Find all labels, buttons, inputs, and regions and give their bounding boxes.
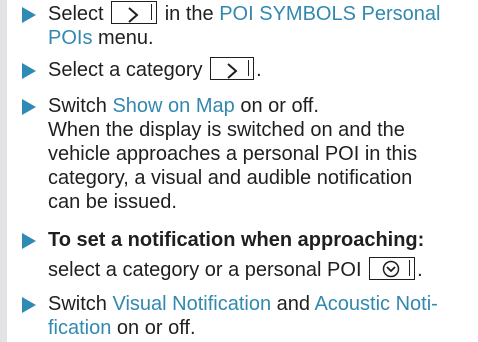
visual-notification-setting: Visual Notification (112, 293, 272, 315)
step-4-line-2: select a category or a personal POI . (48, 257, 463, 282)
forward-button (210, 57, 255, 81)
step-5-pre: Switch (48, 293, 113, 315)
step-2-pre: Select a category (48, 59, 203, 81)
circle-chevron-down-icon (382, 260, 400, 284)
acoustic-notification-setting-cont: fication (48, 317, 112, 339)
step-1-line-1: Select in the POI SYMBOLS Personal (48, 1, 463, 26)
step-5-post: on or off. (111, 317, 196, 339)
chevron-right-icon (225, 61, 239, 85)
step-3-body-1: When the display is switched on and the (48, 119, 405, 141)
step-1-line-2-post: menu. (92, 27, 154, 49)
step-3-body-2: vehicle approaches a personal POI in thi… (48, 143, 418, 165)
step-1-menu-link-cont: POIs (48, 27, 93, 49)
side-bar (0, 0, 7, 342)
show-on-map-setting: Show on Map (112, 95, 235, 117)
step-2-line-1: Select a category . (48, 57, 463, 82)
step-4-pre: select a category or a personal POI (48, 259, 362, 281)
bullet-arrow-icon (22, 297, 36, 313)
button-divider (408, 260, 411, 277)
forward-button (111, 1, 158, 25)
step-1-pre: Select (48, 3, 104, 25)
bullet-arrow-icon (22, 233, 36, 249)
step-3-pre: Switch (48, 95, 113, 117)
step-2-post: . (256, 59, 262, 81)
bullet-arrow-icon (22, 63, 36, 79)
button-divider (150, 4, 153, 21)
step-1-line-2: POIs menu. (48, 26, 463, 50)
acoustic-notification-setting: Acoustic Noti- (314, 293, 438, 315)
bullet-arrow-icon (22, 99, 36, 115)
step-3-post: on or off. (234, 95, 319, 117)
step-1-post: in the (164, 3, 214, 25)
step-5-line-1: Switch Visual Notification and Acoustic … (48, 292, 463, 316)
step-4-post: . (417, 259, 423, 281)
step-3-body-4: can be issued. (48, 191, 177, 213)
step-3-body-3: category, a visual and audible notificat… (48, 167, 413, 189)
button-divider (247, 60, 250, 77)
step-5-line-2: fication on or off. (48, 316, 463, 340)
notification-heading: To set a notification when approaching: (48, 229, 425, 251)
step-1-menu-link: POI SYMBOLS Personal (219, 3, 441, 25)
select-button (369, 257, 416, 281)
bullet-arrow-icon (22, 7, 36, 23)
step-5-mid: and (271, 293, 315, 315)
step-3-line-1: Switch Show on Map on or off. (48, 94, 463, 118)
